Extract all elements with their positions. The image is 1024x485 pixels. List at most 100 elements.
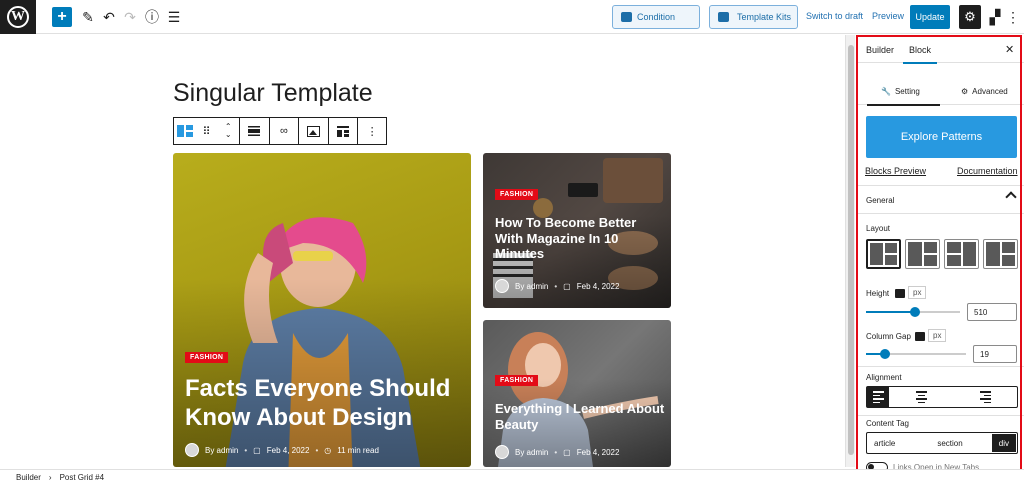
category-badge[interactable]: FASHION	[495, 375, 539, 386]
block-type-group: ⠿ ⌃ ⌄	[174, 118, 240, 144]
condition-button[interactable]: Condition	[612, 5, 700, 29]
canvas-scrollbar[interactable]	[845, 35, 855, 467]
settings-gear-icon[interactable]: ⚙	[959, 5, 981, 29]
explore-patterns-button[interactable]: Explore Patterns	[866, 116, 1017, 158]
tab-advanced-label: Advanced	[972, 87, 1008, 96]
image-icon[interactable]	[299, 118, 329, 144]
height-input[interactable]: 510	[967, 303, 1017, 321]
post-title[interactable]: Everything I Learned About Beauty	[495, 401, 665, 432]
avatar	[495, 279, 509, 293]
calendar-icon: ▢	[563, 447, 571, 457]
separator-dot: •	[244, 445, 248, 455]
clock-icon: ◷	[324, 445, 332, 455]
post-date: Feb 4, 2022	[266, 445, 310, 455]
breadcrumb-builder[interactable]: Builder	[16, 473, 41, 482]
chevron-up-icon[interactable]	[1005, 191, 1017, 203]
post-author[interactable]: By admin	[515, 448, 548, 457]
template-kits-icon	[718, 12, 729, 22]
tag-article-button[interactable]: article	[867, 433, 902, 453]
height-slider-fill	[866, 311, 915, 313]
condition-icon	[621, 12, 632, 22]
preview-link[interactable]: Preview	[872, 11, 904, 21]
sidebar-sub-tabs: 🔧 Setting ⚙ Advanced	[857, 77, 1024, 106]
update-button[interactable]: Update	[910, 5, 950, 29]
avatar	[495, 445, 509, 459]
layout-table-icon[interactable]	[329, 118, 359, 144]
chevron-right-icon: ›	[48, 473, 52, 482]
post-title[interactable]: How To Become Better With Magazine In 10…	[495, 215, 665, 262]
drag-handle-icon[interactable]: ⠿	[196, 118, 218, 144]
page-title[interactable]: Singular Template	[173, 79, 373, 108]
block-options-icon[interactable]: ⋮	[358, 118, 386, 144]
breadcrumb-post-grid[interactable]: Post Grid #4	[60, 473, 104, 482]
post-author[interactable]: By admin	[205, 446, 238, 455]
column-gap-slider-handle[interactable]	[880, 349, 890, 359]
post-grid-block-icon[interactable]	[174, 118, 196, 144]
desktop-icon[interactable]	[895, 289, 905, 298]
more-options-icon[interactable]: ⋮	[1006, 7, 1020, 27]
post-card-large[interactable]: FASHION Facts Everyone Should Know About…	[173, 153, 471, 467]
add-block-button[interactable]: +	[52, 7, 72, 27]
link-icon[interactable]: ∞	[270, 118, 300, 144]
desktop-icon[interactable]	[915, 332, 925, 341]
tab-builder[interactable]: Builder	[866, 45, 894, 55]
documentation-link[interactable]: Documentation	[957, 166, 1018, 176]
divider	[857, 415, 1024, 416]
align-icon[interactable]	[240, 118, 270, 144]
sidebar-tabs: Builder Block ✕	[857, 35, 1024, 64]
avatar	[185, 443, 199, 457]
align-left-icon[interactable]	[867, 387, 889, 407]
info-icon[interactable]: ⓘ	[142, 7, 162, 27]
calendar-icon: ▢	[563, 281, 571, 291]
align-center-icon[interactable]	[889, 387, 953, 407]
layout-option-1[interactable]	[866, 239, 901, 269]
scrollbar-thumb[interactable]	[848, 45, 854, 455]
calendar-icon: ▢	[253, 445, 261, 455]
redo-icon[interactable]: ↷	[120, 7, 140, 27]
divider	[857, 366, 1024, 367]
condition-label: Condition	[637, 12, 676, 22]
column-gap-label: Column Gap	[866, 332, 911, 341]
pencil-icon[interactable]: ✎	[78, 7, 98, 27]
post-meta: By admin • ▢ Feb 4, 2022 • ◷ 11 min read	[185, 443, 379, 457]
layout-option-2[interactable]	[905, 239, 940, 269]
post-date: Feb 4, 2022	[576, 281, 620, 291]
tab-setting[interactable]: 🔧 Setting	[867, 87, 940, 106]
column-gap-input[interactable]: 19	[973, 345, 1017, 363]
post-card-small-2[interactable]: FASHION Everything I Learned About Beaut…	[483, 320, 671, 467]
blocks-preview-link[interactable]: Blocks Preview	[865, 166, 926, 176]
block-inserter-grid-icon[interactable]: ▞	[985, 7, 1005, 27]
post-date: Feb 4, 2022	[576, 447, 620, 457]
tab-setting-label: Setting	[894, 87, 920, 96]
tag-div-button[interactable]: div	[991, 434, 1016, 452]
switch-to-draft-link[interactable]: Switch to draft	[806, 11, 863, 21]
post-read-time: 11 min read	[337, 445, 379, 455]
tab-advanced[interactable]: ⚙ Advanced	[961, 87, 1008, 96]
align-right-icon[interactable]	[953, 387, 1017, 407]
tag-section-button[interactable]: section	[930, 433, 969, 453]
close-icon[interactable]: ✕	[1005, 43, 1014, 56]
post-meta: By admin • ▢ Feb 4, 2022	[495, 445, 619, 459]
editor-canvas: Singular Template ⠿ ⌃ ⌄ ∞ ⋮ FASHION Fact…	[0, 35, 845, 467]
move-up-down-icon[interactable]: ⌃ ⌄	[217, 118, 239, 144]
alignment-button-group	[866, 386, 1018, 408]
divider	[857, 213, 1024, 214]
height-slider-handle[interactable]	[910, 307, 920, 317]
content-tag-button-group: article section div	[866, 432, 1018, 454]
post-card-small-1[interactable]: FASHION How To Become Better With Magazi…	[483, 153, 671, 308]
post-title[interactable]: Facts Everyone Should Know About Design	[185, 375, 465, 433]
tab-block[interactable]: Block	[902, 45, 938, 64]
height-unit-select[interactable]: px	[908, 286, 927, 299]
post-author[interactable]: By admin	[515, 282, 548, 291]
category-badge[interactable]: FASHION	[185, 352, 229, 363]
template-kits-button[interactable]: Template Kits	[709, 5, 798, 29]
wordpress-logo-icon[interactable]: W	[0, 0, 36, 34]
alignment-label: Alignment	[866, 373, 902, 382]
category-badge[interactable]: FASHION	[495, 189, 539, 200]
list-view-icon[interactable]: ☰	[164, 7, 184, 27]
layout-option-4[interactable]	[983, 239, 1018, 269]
column-gap-unit-select[interactable]: px	[928, 329, 947, 342]
layout-option-3[interactable]	[944, 239, 979, 269]
general-panel-title[interactable]: General	[866, 196, 894, 205]
undo-icon[interactable]: ↶	[99, 7, 119, 27]
